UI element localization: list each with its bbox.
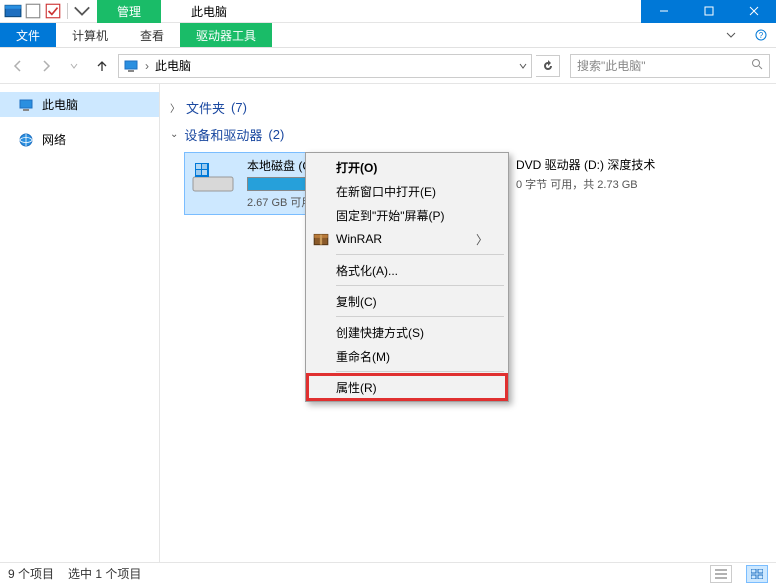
ctx-format[interactable]: 格式化(A)...	[308, 258, 506, 282]
qat-dropdown-icon[interactable]	[73, 2, 91, 20]
network-icon	[18, 132, 34, 148]
view-large-icons-button[interactable]	[746, 565, 768, 583]
group-count: (7)	[231, 100, 247, 115]
quick-access-toolbar	[0, 2, 91, 20]
breadcrumb-separator: ›	[145, 59, 149, 73]
ctx-rename[interactable]: 重命名(M)	[308, 344, 506, 368]
ctx-separator	[336, 316, 504, 317]
address-bar[interactable]: › 此电脑	[118, 54, 532, 78]
ctx-separator	[336, 254, 504, 255]
status-bar: 9 个项目 选中 1 个项目	[0, 562, 776, 584]
ctx-open-new-window[interactable]: 在新窗口中打开(E)	[308, 179, 506, 203]
body: 此电脑 网络 〉 文件夹 (7) ⌄ 设备和驱动器 (2) 本地磁盘 (C:)	[0, 84, 776, 562]
close-button[interactable]	[731, 0, 776, 23]
titlebar: 管理 此电脑	[0, 0, 776, 23]
forward-button[interactable]	[34, 54, 58, 78]
ribbon: 文件 计算机 查看 驱动器工具 ?	[0, 23, 776, 48]
minimize-button[interactable]	[641, 0, 686, 23]
this-pc-icon	[18, 97, 34, 113]
ribbon-help-button[interactable]: ?	[746, 23, 776, 47]
drive-info: DVD 驱动器 (D:) 深度技术 0 字节 可用，共 2.73 GB	[516, 156, 700, 211]
winrar-icon	[312, 230, 330, 248]
qat-separator	[67, 3, 68, 19]
status-selected-count: 选中 1 个项目	[68, 565, 141, 582]
svg-text:?: ?	[759, 31, 764, 40]
navigation-bar: › 此电脑 搜索"此电脑"	[0, 48, 776, 84]
search-icon	[751, 58, 763, 73]
tab-view[interactable]: 查看	[124, 23, 180, 47]
sidebar-item-label: 网络	[42, 131, 66, 148]
ctx-winrar[interactable]: WinRAR 〉	[308, 227, 506, 251]
contextual-tab-header: 管理	[97, 0, 161, 23]
recent-dropdown[interactable]	[62, 54, 86, 78]
content-pane: 〉 文件夹 (7) ⌄ 设备和驱动器 (2) 本地磁盘 (C:) 2.67 GB…	[160, 84, 776, 562]
sidebar-item-network[interactable]: 网络	[0, 127, 159, 152]
sidebar-item-label: 此电脑	[42, 96, 78, 113]
group-label: 设备和驱动器	[184, 125, 262, 144]
ctx-open[interactable]: 打开(O)	[308, 155, 506, 179]
ctx-properties[interactable]: 属性(R)	[308, 375, 506, 399]
navigation-pane: 此电脑 网络	[0, 84, 160, 562]
chevron-down-icon: ⌄	[170, 129, 178, 140]
drive-size-text: 0 字节 可用，共 2.73 GB	[516, 176, 700, 192]
breadcrumb-location[interactable]: 此电脑	[155, 57, 191, 74]
view-details-button[interactable]	[710, 565, 732, 583]
group-label: 文件夹	[186, 98, 225, 117]
back-button[interactable]	[6, 54, 30, 78]
tab-file[interactable]: 文件	[0, 23, 56, 47]
group-header-folders[interactable]: 〉 文件夹 (7)	[170, 98, 766, 117]
submenu-arrow-icon: 〉	[476, 231, 488, 248]
drive-name: DVD 驱动器 (D:) 深度技术	[516, 156, 700, 173]
hard-drive-icon	[189, 157, 237, 197]
ribbon-expand-button[interactable]	[716, 23, 746, 47]
ctx-create-shortcut[interactable]: 创建快捷方式(S)	[308, 320, 506, 344]
up-button[interactable]	[90, 54, 114, 78]
group-header-devices[interactable]: ⌄ 设备和驱动器 (2)	[170, 125, 766, 144]
maximize-button[interactable]	[686, 0, 731, 23]
this-pc-icon	[123, 58, 139, 74]
tab-computer[interactable]: 计算机	[56, 23, 124, 47]
address-dropdown-icon[interactable]	[519, 59, 527, 73]
window-title: 此电脑	[161, 3, 641, 20]
explorer-icon	[4, 2, 22, 20]
group-count: (2)	[268, 127, 284, 142]
ctx-pin-to-start[interactable]: 固定到"开始"屏幕(P)	[308, 203, 506, 227]
status-item-count: 9 个项目	[8, 565, 54, 582]
sidebar-item-this-pc[interactable]: 此电脑	[0, 92, 159, 117]
ctx-separator	[336, 285, 504, 286]
refresh-button[interactable]	[536, 55, 560, 77]
chevron-right-icon: 〉	[170, 100, 180, 115]
folder-icon[interactable]	[24, 2, 42, 20]
properties-qat-icon[interactable]	[44, 2, 62, 20]
ctx-copy[interactable]: 复制(C)	[308, 289, 506, 313]
search-box[interactable]: 搜索"此电脑"	[570, 54, 770, 78]
context-menu: 打开(O) 在新窗口中打开(E) 固定到"开始"屏幕(P) WinRAR 〉 格…	[305, 152, 509, 402]
search-placeholder: 搜索"此电脑"	[577, 57, 751, 74]
ctx-label: WinRAR	[336, 232, 382, 246]
ctx-separator	[336, 371, 504, 372]
tab-drive-tools[interactable]: 驱动器工具	[180, 23, 272, 47]
window-controls	[641, 0, 776, 23]
